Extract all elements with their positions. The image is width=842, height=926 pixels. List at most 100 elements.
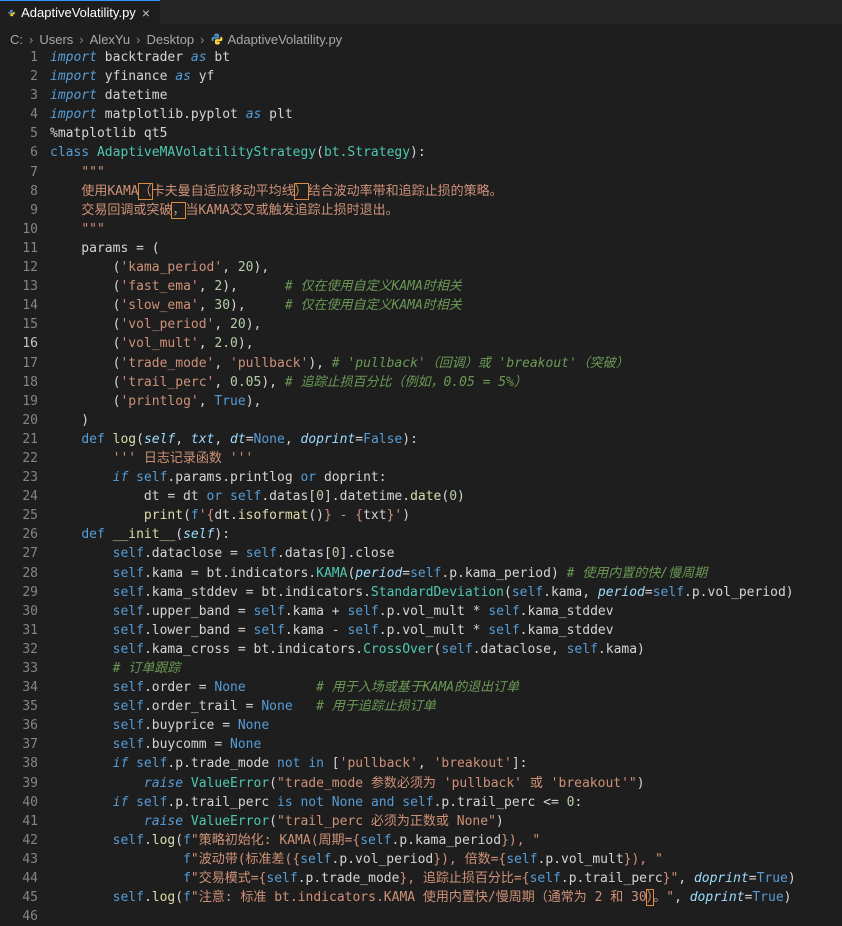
- code-text[interactable]: self.order = None # 用于入场或基于KAMA的退出订单: [50, 678, 520, 697]
- breadcrumb-alexyu[interactable]: AlexYu: [90, 32, 130, 47]
- code-line[interactable]: 30 self.upper_band = self.kama + self.p.…: [0, 602, 842, 621]
- code-line[interactable]: 37 self.buycomm = None: [0, 735, 842, 754]
- code-line[interactable]: 23 if self.params.printlog or doprint:: [0, 468, 842, 487]
- code-line[interactable]: 26 def __init__(self):: [0, 525, 842, 544]
- code-text[interactable]: ('vol_mult', 2.0),: [50, 334, 254, 353]
- code-line[interactable]: 9 交易回调或突破，当KAMA交叉或触发追踪止损时退出。: [0, 201, 842, 220]
- code-line[interactable]: 11 params = (: [0, 239, 842, 258]
- code-line[interactable]: 43 f"波动带(标准差({self.p.vol_period}), 倍数={s…: [0, 850, 842, 869]
- code-line[interactable]: 3 import datetime: [0, 86, 842, 105]
- code-text[interactable]: params = (: [50, 239, 159, 258]
- code-text[interactable]: import yfinance as yf: [50, 67, 214, 86]
- code-line[interactable]: 34 self.order = None # 用于入场或基于KAMA的退出订单: [0, 678, 842, 697]
- code-line[interactable]: 10 """: [0, 220, 842, 239]
- code-text[interactable]: # 订单跟踪: [50, 659, 181, 678]
- code-text[interactable]: raise ValueError("trail_perc 必须为正数或 None…: [50, 812, 504, 831]
- code-text[interactable]: ('fast_ema', 2), # 仅在使用自定义KAMA时相关: [50, 277, 462, 296]
- code-line[interactable]: 19 ('printlog', True),: [0, 392, 842, 411]
- breadcrumb-desktop[interactable]: Desktop: [146, 32, 194, 47]
- code-line[interactable]: 22 ''' 日志记录函数 ''': [0, 449, 842, 468]
- code-line[interactable]: 31 self.lower_band = self.kama - self.p.…: [0, 621, 842, 640]
- code-text[interactable]: self.log(f"策略初始化: KAMA(周期={self.p.kama_p…: [50, 831, 541, 850]
- code-text[interactable]: self.lower_band = self.kama - self.p.vol…: [50, 621, 614, 640]
- code-text[interactable]: self.log(f"注意: 标准 bt.indicators.KAMA 使用内…: [50, 888, 791, 907]
- code-line[interactable]: 7 """: [0, 163, 842, 182]
- code-text[interactable]: if self.p.trail_perc is not None and sel…: [50, 793, 583, 812]
- code-line[interactable]: 36 self.buyprice = None: [0, 716, 842, 735]
- code-line[interactable]: 1 import backtrader as bt: [0, 48, 842, 67]
- close-icon[interactable]: ×: [142, 5, 150, 21]
- code-text[interactable]: def __init__(self):: [50, 525, 230, 544]
- code-text[interactable]: f"波动带(标准差({self.p.vol_period}), 倍数={self…: [50, 850, 663, 869]
- code-line[interactable]: 20 ): [0, 411, 842, 430]
- code-line[interactable]: 4 import matplotlib.pyplot as plt: [0, 105, 842, 124]
- code-text[interactable]: ('trail_perc', 0.05), # 追踪止损百分比（例如，0.05 …: [50, 373, 527, 392]
- code-text[interactable]: ('printlog', True),: [50, 392, 262, 411]
- code-line[interactable]: 38 if self.p.trade_mode not in ['pullbac…: [0, 754, 842, 773]
- code-line[interactable]: 2 import yfinance as yf: [0, 67, 842, 86]
- code-text[interactable]: """: [50, 220, 104, 239]
- code-text[interactable]: import datetime: [50, 86, 167, 105]
- code-text[interactable]: self.buycomm = None: [50, 735, 262, 754]
- code-text[interactable]: if self.p.trade_mode not in ['pullback',…: [50, 754, 528, 773]
- code-text[interactable]: ('kama_period', 20),: [50, 258, 270, 277]
- code-line[interactable]: 15 ('vol_period', 20),: [0, 315, 842, 334]
- code-line[interactable]: 16 ('vol_mult', 2.0),: [0, 334, 842, 353]
- code-text[interactable]: import backtrader as bt: [50, 48, 230, 67]
- code-line[interactable]: 14 ('slow_ema', 30), # 仅在使用自定义KAMA时相关: [0, 296, 842, 315]
- code-text[interactable]: ('slow_ema', 30), # 仅在使用自定义KAMA时相关: [50, 296, 462, 315]
- breadcrumb-file[interactable]: AdaptiveVolatility.py: [211, 31, 343, 47]
- code-text[interactable]: self.kama = bt.indicators.KAMA(period=se…: [50, 564, 707, 583]
- code-text[interactable]: print(f'{dt.isoformat()} - {txt}'): [50, 506, 410, 525]
- code-editor[interactable]: 1 import backtrader as bt 2 import yfinance…: [0, 48, 842, 926]
- code-text[interactable]: ('trade_mode', 'pullback'), # 'pullback'…: [50, 354, 629, 373]
- code-text[interactable]: """: [50, 163, 104, 182]
- code-text[interactable]: if self.params.printlog or doprint:: [50, 468, 387, 487]
- code-line[interactable]: 28 self.kama = bt.indicators.KAMA(period…: [0, 564, 842, 583]
- code-text[interactable]: self.order_trail = None # 用于追踪止损订单: [50, 697, 436, 716]
- breadcrumb-users[interactable]: Users: [39, 32, 73, 47]
- code-line[interactable]: 17 ('trade_mode', 'pullback'), # 'pullba…: [0, 354, 842, 373]
- code-text[interactable]: self.dataclose = self.datas[0].close: [50, 544, 395, 563]
- code-text[interactable]: raise ValueError("trade_mode 参数必须为 'pull…: [50, 774, 645, 793]
- code-line[interactable]: 42 self.log(f"策略初始化: KAMA(周期={self.p.kam…: [0, 831, 842, 850]
- code-line[interactable]: 44 f"交易模式={self.p.trade_mode}, 追踪止损百分比={…: [0, 869, 842, 888]
- code-line[interactable]: 13 ('fast_ema', 2), # 仅在使用自定义KAMA时相关: [0, 277, 842, 296]
- code-text[interactable]: ''' 日志记录函数 ''': [50, 449, 254, 468]
- code-line[interactable]: 45 self.log(f"注意: 标准 bt.indicators.KAMA …: [0, 888, 842, 907]
- code-line[interactable]: 5 %matplotlib qt5: [0, 124, 842, 143]
- code-line[interactable]: 29 self.kama_stddev = bt.indicators.Stan…: [0, 583, 842, 602]
- code-line[interactable]: 40 if self.p.trail_perc is not None and …: [0, 793, 842, 812]
- code-line[interactable]: 24 dt = dt or self.datas[0].datetime.dat…: [0, 487, 842, 506]
- code-line[interactable]: 6 class AdaptiveMAVolatilityStrategy(bt.S…: [0, 143, 842, 162]
- breadcrumb-drive[interactable]: C:: [10, 32, 23, 47]
- editor-tab[interactable]: AdaptiveVolatility.py ×: [0, 0, 160, 24]
- code-text[interactable]: self.kama_cross = bt.indicators.CrossOve…: [50, 640, 645, 659]
- code-line[interactable]: 41 raise ValueError("trail_perc 必须为正数或 N…: [0, 812, 842, 831]
- code-text[interactable]: %matplotlib qt5: [50, 124, 167, 143]
- code-line[interactable]: 32 self.kama_cross = bt.indicators.Cross…: [0, 640, 842, 659]
- code-text[interactable]: 使用KAMA（卡夫曼自适应移动平均线）结合波动率带和追踪止损的策略。: [50, 182, 503, 201]
- code-line[interactable]: 18 ('trail_perc', 0.05), # 追踪止损百分比（例如，0.…: [0, 373, 842, 392]
- code-text[interactable]: self.upper_band = self.kama + self.p.vol…: [50, 602, 614, 621]
- code-text[interactable]: f"交易模式={self.p.trade_mode}, 追踪止损百分比={sel…: [50, 869, 796, 888]
- code-line[interactable]: 8 使用KAMA（卡夫曼自适应移动平均线）结合波动率带和追踪止损的策略。: [0, 182, 842, 201]
- code-text[interactable]: self.buyprice = None: [50, 716, 270, 735]
- breadcrumb-file-label: AdaptiveVolatility.py: [227, 31, 343, 47]
- code-text[interactable]: ): [50, 411, 89, 430]
- code-line[interactable]: 46: [0, 907, 842, 926]
- code-text[interactable]: dt = dt or self.datas[0].datetime.date(0…: [50, 487, 465, 506]
- code-text[interactable]: def log(self, txt, dt=None, doprint=Fals…: [50, 430, 418, 449]
- code-line[interactable]: 39 raise ValueError("trade_mode 参数必须为 'p…: [0, 774, 842, 793]
- code-text[interactable]: ('vol_period', 20),: [50, 315, 262, 334]
- code-line[interactable]: 21 def log(self, txt, dt=None, doprint=F…: [0, 430, 842, 449]
- code-text[interactable]: class AdaptiveMAVolatilityStrategy(bt.St…: [50, 143, 426, 162]
- code-line[interactable]: 12 ('kama_period', 20),: [0, 258, 842, 277]
- code-line[interactable]: 27 self.dataclose = self.datas[0].close: [0, 544, 842, 563]
- code-line[interactable]: 35 self.order_trail = None # 用于追踪止损订单: [0, 697, 842, 716]
- code-text[interactable]: self.kama_stddev = bt.indicators.Standar…: [50, 583, 794, 602]
- code-line[interactable]: 33 # 订单跟踪: [0, 659, 842, 678]
- code-text[interactable]: 交易回调或突破，当KAMA交叉或触发追踪止损时退出。: [50, 201, 399, 220]
- code-text[interactable]: import matplotlib.pyplot as plt: [50, 105, 293, 124]
- code-line[interactable]: 25 print(f'{dt.isoformat()} - {txt}'): [0, 506, 842, 525]
